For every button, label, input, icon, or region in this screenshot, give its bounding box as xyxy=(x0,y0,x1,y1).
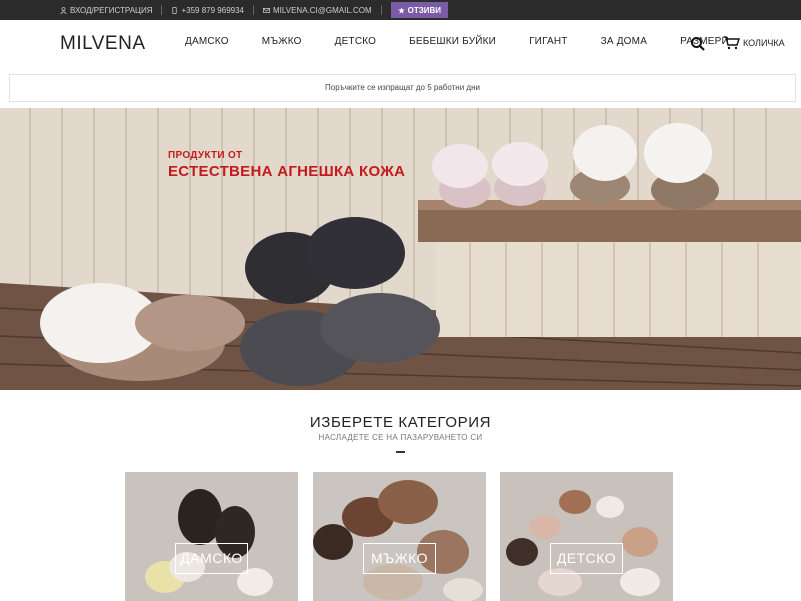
nav-item-baby[interactable]: БЕБЕШКИ БУЙКИ xyxy=(409,36,496,47)
divider xyxy=(380,5,382,15)
category-label-men[interactable]: МЪЖКО xyxy=(363,543,436,574)
shipping-notice: Поръчките се изпращат до 5 работни дни xyxy=(9,74,796,102)
category-label-kids[interactable]: ДЕТСКО xyxy=(550,543,623,574)
hero-subtitle: ПРОДУКТИ ОТ xyxy=(168,150,243,161)
user-icon xyxy=(60,6,67,14)
search-icon[interactable] xyxy=(690,36,706,52)
reviews-label: ОТЗИВИ xyxy=(407,5,442,15)
main-nav: ДАМСКО МЪЖКО ДЕТСКО БЕБЕШКИ БУЙКИ ГИГАНТ… xyxy=(185,36,762,47)
category-card-kids[interactable] xyxy=(500,472,673,601)
categories-subtitle: НАСЛАДЕТЕ СЕ НА ПАЗАРУВАНЕТО СИ xyxy=(318,433,483,442)
login-label: ВХОД/РЕГИСТРАЦИЯ xyxy=(70,5,153,15)
cart-label: КОЛИЧКА xyxy=(743,38,785,48)
category-card-men[interactable] xyxy=(313,472,486,601)
women-category-image xyxy=(125,472,298,601)
phone-link[interactable]: +359 879 969934 xyxy=(171,0,244,20)
category-label-women[interactable]: ДАМСКО xyxy=(175,543,248,574)
phone-number: +359 879 969934 xyxy=(181,5,244,15)
nav-item-giant[interactable]: ГИГАНТ xyxy=(529,36,568,47)
email-address: MILVENA.CI@GMAIL.COM xyxy=(273,5,372,15)
top-bar: ВХОД/РЕГИСТРАЦИЯ +359 879 969934 MILVENA… xyxy=(0,0,801,20)
divider xyxy=(253,5,254,15)
email-link[interactable]: MILVENA.CI@GMAIL.COM xyxy=(263,0,372,20)
hero-banner[interactable]: ПРОДУКТИ ОТ ЕСТЕСТВЕНА АГНЕШКА КОЖА xyxy=(0,108,801,390)
title-divider xyxy=(396,451,405,453)
cart-icon xyxy=(723,36,740,50)
category-card-women[interactable] xyxy=(125,472,298,601)
main-header: MILVENA ДАМСКО МЪЖКО ДЕТСКО БЕБЕШКИ БУЙК… xyxy=(0,20,801,70)
hero-image xyxy=(0,108,801,390)
cart-link[interactable]: КОЛИЧКА xyxy=(723,36,785,50)
site-logo[interactable]: MILVENA xyxy=(60,33,146,55)
divider xyxy=(161,5,163,15)
categories-title: ИЗБЕРЕТЕ КАТЕГОРИЯ xyxy=(309,414,492,431)
nav-item-men[interactable]: МЪЖКО xyxy=(262,36,302,47)
phone-icon xyxy=(172,6,178,14)
star-icon xyxy=(397,6,405,14)
nav-item-women[interactable]: ДАМСКО xyxy=(185,36,229,47)
nav-item-kids[interactable]: ДЕТСКО xyxy=(335,36,376,47)
login-link[interactable]: ВХОД/РЕГИСТРАЦИЯ xyxy=(60,0,152,20)
mail-icon xyxy=(263,7,270,13)
men-category-image xyxy=(313,472,486,601)
nav-item-home[interactable]: ЗА ДОМА xyxy=(601,36,647,47)
kids-category-image xyxy=(500,472,673,601)
reviews-button[interactable]: ОТЗИВИ xyxy=(390,2,449,18)
hero-title: ЕСТЕСТВЕНА АГНЕШКА КОЖА xyxy=(168,163,406,180)
